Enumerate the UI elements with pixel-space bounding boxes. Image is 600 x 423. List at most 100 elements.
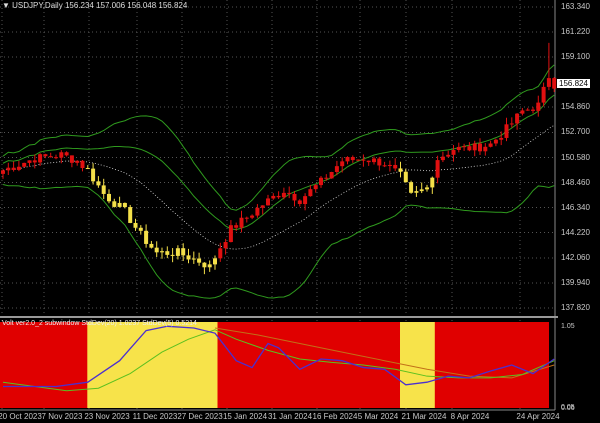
candle-body: [69, 155, 74, 163]
candle-body: [228, 225, 233, 243]
candle-body: [107, 193, 111, 202]
candle-body: [345, 157, 350, 162]
candle-body: [27, 160, 32, 163]
candle-body: [324, 177, 329, 179]
candle-body: [213, 258, 217, 265]
candle-body: [218, 248, 223, 259]
candle-body: [160, 251, 164, 253]
date-tick: 23 Nov 2023: [84, 412, 130, 421]
price-tick: 150.580: [561, 152, 590, 162]
candle-body: [329, 172, 334, 179]
candle-body: [271, 195, 276, 199]
candle-body: [425, 187, 429, 190]
date-tick: 8 Apr 2024: [450, 412, 490, 421]
price-tick: 159.100: [561, 52, 590, 61]
price-tick: 139.940: [561, 277, 590, 287]
candle-body: [11, 167, 16, 170]
subwindow-background: [0, 322, 549, 408]
candle-body: [54, 157, 58, 159]
candle-body: [509, 123, 514, 125]
price-tick: 161.220: [561, 27, 590, 36]
date-tick: 24 Apr 2024: [516, 412, 560, 421]
candle-body: [493, 139, 498, 144]
candle-body: [91, 168, 96, 182]
candle-body: [22, 162, 27, 167]
symbol-menu-icon[interactable]: ▼: [2, 1, 10, 10]
current-price-label: 156.824: [557, 79, 590, 88]
candle-body: [80, 160, 85, 169]
candle-body: [546, 78, 551, 87]
candle-body: [197, 258, 202, 263]
candle-body: [292, 193, 297, 201]
candle-body: [478, 143, 482, 152]
candle-body: [138, 227, 143, 231]
candle-body: [403, 171, 408, 183]
candle-body: [170, 254, 175, 256]
candle-body: [202, 262, 207, 268]
candle-body: [112, 201, 117, 207]
candle-body: [191, 258, 196, 260]
candle-body: [96, 181, 101, 186]
inner-upper-band: [2, 94, 555, 231]
candle-body: [451, 150, 456, 155]
candle-body: [234, 225, 239, 228]
date-tick: 31 Jan 2024: [267, 412, 313, 421]
subwindow-label: Volt ver2.0_2 subwindow StdDev(20) 1.023…: [2, 320, 197, 327]
date-tick: 21 Mar 2024: [401, 412, 447, 421]
candle-body: [319, 177, 323, 186]
candle-body: [334, 166, 339, 173]
date-tick: 5 Mar 2024: [357, 412, 399, 421]
candle-body: [467, 146, 472, 151]
price-chart[interactable]: [0, 0, 600, 423]
candle-body: [85, 168, 90, 170]
candle-body: [387, 164, 392, 166]
candle-body: [377, 158, 382, 166]
candle-body: [313, 185, 318, 190]
price-tick: 146.340: [561, 202, 590, 212]
candle-body: [350, 157, 355, 161]
candle-body: [340, 161, 345, 167]
candle-body: [541, 86, 546, 103]
candle-body: [144, 230, 149, 244]
candle-body: [488, 143, 493, 147]
candle-body: [175, 248, 180, 256]
date-tick: 11 Dec 2023: [132, 412, 178, 421]
price-tick: 152.700: [561, 127, 590, 137]
date-tick: 15 Jan 2024: [222, 412, 268, 421]
candle-body: [255, 207, 260, 216]
candle-body: [48, 156, 53, 158]
candle-body: [504, 124, 509, 138]
date-tick: 16 Feb 2024: [312, 412, 358, 421]
candle-body: [207, 264, 212, 268]
candle-body: [435, 160, 440, 178]
candle-body: [38, 154, 43, 163]
candle-body: [440, 156, 445, 161]
candle-body: [414, 191, 419, 193]
price-tick: 144.220: [561, 227, 590, 237]
candle-body: [59, 152, 64, 158]
upper-band: [2, 64, 555, 211]
candle-body: [122, 202, 127, 208]
candle-body: [552, 78, 557, 89]
price-tick: 154.860: [561, 102, 590, 112]
candle-body: [1, 170, 5, 174]
candle-body: [186, 255, 191, 260]
candle-body: [520, 110, 525, 114]
date-tick: 27 Dec 2023: [177, 412, 223, 421]
candle-body: [525, 109, 530, 111]
candle-body: [303, 196, 308, 204]
candle-body: [128, 207, 133, 223]
candle-body: [287, 192, 292, 194]
candle-body: [64, 152, 69, 156]
candle-body: [398, 168, 403, 172]
candle-body: [244, 217, 249, 219]
candle-body: [366, 160, 371, 163]
price-tick: 163.340: [561, 2, 590, 11]
candle-body: [250, 215, 255, 218]
candle-body: [515, 113, 520, 124]
sub-axis-tick: 1.05: [561, 323, 575, 330]
candle-body: [181, 248, 186, 256]
candle-body: [430, 177, 435, 188]
candle-body: [382, 165, 387, 167]
candle-body: [75, 160, 80, 163]
